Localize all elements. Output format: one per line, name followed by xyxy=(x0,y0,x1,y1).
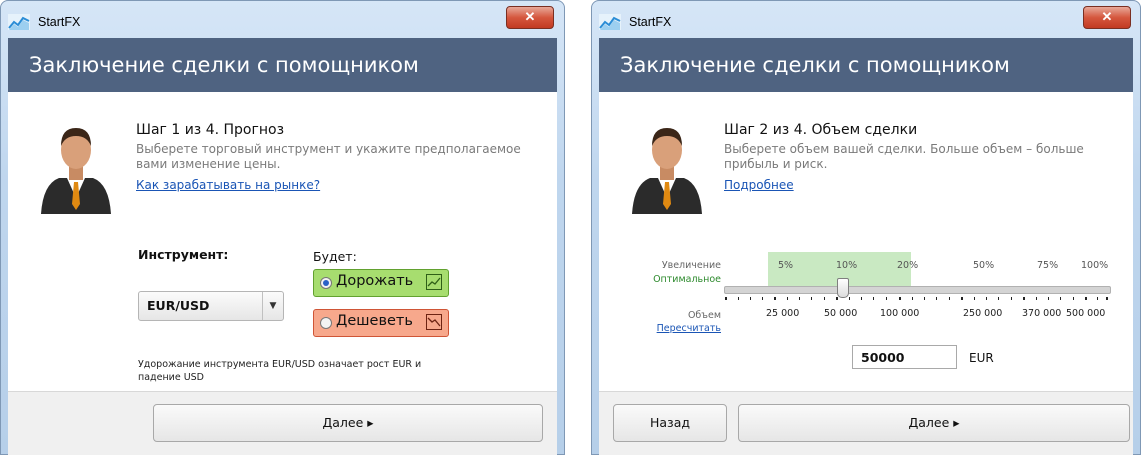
title-bar: StartFX ✕ xyxy=(591,0,1141,38)
instrument-select[interactable]: EUR/USD ▼ xyxy=(138,291,284,321)
percent-label: 20% xyxy=(897,260,919,271)
close-button[interactable]: ✕ xyxy=(506,6,554,29)
how-to-earn-link[interactable]: Как зарабатывать на рынке? xyxy=(136,178,320,192)
recalculate-link[interactable]: Пересчитать xyxy=(601,323,721,334)
percent-label: 10% xyxy=(836,260,858,271)
window-client: Заключение сделки с помощником Шаг 1 из … xyxy=(8,38,557,455)
title-bar: StartFX ✕ xyxy=(0,0,565,38)
currency-label: EUR xyxy=(969,351,994,365)
wizard-footer: Далее ▸ xyxy=(8,391,557,455)
amount-input[interactable]: 50000 xyxy=(852,345,957,369)
optimal-label: Оптимальное xyxy=(653,274,721,285)
close-icon: ✕ xyxy=(1101,9,1113,24)
option-rise-label: Дорожать xyxy=(336,273,414,289)
volume-tick-label: 100 000 xyxy=(880,308,920,319)
volume-tick-label: 250 000 xyxy=(963,308,1003,319)
chevron-down-icon[interactable]: ▼ xyxy=(262,292,283,320)
close-button[interactable]: ✕ xyxy=(1083,6,1131,29)
volume-slider-thumb[interactable] xyxy=(837,278,849,298)
instrument-note: Удорожание инструмента EUR/USD означает … xyxy=(138,359,422,383)
chart-down-icon xyxy=(426,314,442,330)
wizard-window-step1: StartFX ✕ Заключение сделки с помощником… xyxy=(0,0,565,455)
wizard-footer: Назад Далее ▸ xyxy=(599,391,1133,455)
startfx-logo-icon xyxy=(599,14,621,30)
step-title: Шаг 2 из 4. Объем сделки xyxy=(724,122,918,138)
wizard-header: Заключение сделки с помощником xyxy=(8,38,557,92)
percent-label: 50% xyxy=(973,260,995,271)
step-title: Шаг 1 из 4. Прогноз xyxy=(136,122,285,138)
window-title: StartFX xyxy=(629,15,672,29)
assistant-avatar-icon xyxy=(41,128,111,214)
volume-label: Объем xyxy=(687,310,721,321)
instrument-label: Инструмент: xyxy=(138,247,229,262)
close-icon: ✕ xyxy=(524,9,536,24)
volume-tick-label: 500 000 xyxy=(1066,308,1106,319)
volume-tick-label: 25 000 xyxy=(766,308,800,319)
step-description: Выберете объем вашей сделки. Больше объе… xyxy=(724,142,1084,171)
wizard-window-step2: StartFX ✕ Заключение сделки с помощником… xyxy=(591,0,1141,455)
slider-ticks xyxy=(725,297,1108,300)
radio-rise[interactable] xyxy=(320,277,332,289)
window-title: StartFX xyxy=(38,15,81,29)
window-client: Заключение сделки с помощником Шаг 2 из … xyxy=(599,38,1133,455)
volume-slider-track[interactable] xyxy=(724,286,1111,294)
increase-label: Увеличение xyxy=(661,260,721,271)
next-button[interactable]: Далее ▸ xyxy=(738,404,1130,442)
next-button[interactable]: Далее ▸ xyxy=(153,404,543,442)
wizard-header: Заключение сделки с помощником xyxy=(599,38,1133,92)
instrument-value: EUR/USD xyxy=(147,298,210,313)
chart-up-icon xyxy=(426,274,442,290)
radio-fall[interactable] xyxy=(320,317,332,329)
more-info-link[interactable]: Подробнее xyxy=(724,178,794,192)
percent-label: 75% xyxy=(1037,260,1059,271)
option-fall[interactable]: Дешеветь xyxy=(313,309,449,337)
assistant-avatar-icon xyxy=(632,128,702,214)
percent-label: 100% xyxy=(1081,260,1109,271)
volume-tick-label: 50 000 xyxy=(824,308,858,319)
option-rise[interactable]: Дорожать xyxy=(313,269,449,297)
step-description: Выберете торговый инструмент и укажите п… xyxy=(136,142,521,171)
will-label: Будет: xyxy=(313,249,357,264)
percent-label: 5% xyxy=(778,260,794,271)
back-button[interactable]: Назад xyxy=(613,404,727,442)
startfx-logo-icon xyxy=(8,14,30,30)
volume-tick-label: 370 000 xyxy=(1022,308,1062,319)
option-fall-label: Дешеветь xyxy=(336,313,413,329)
